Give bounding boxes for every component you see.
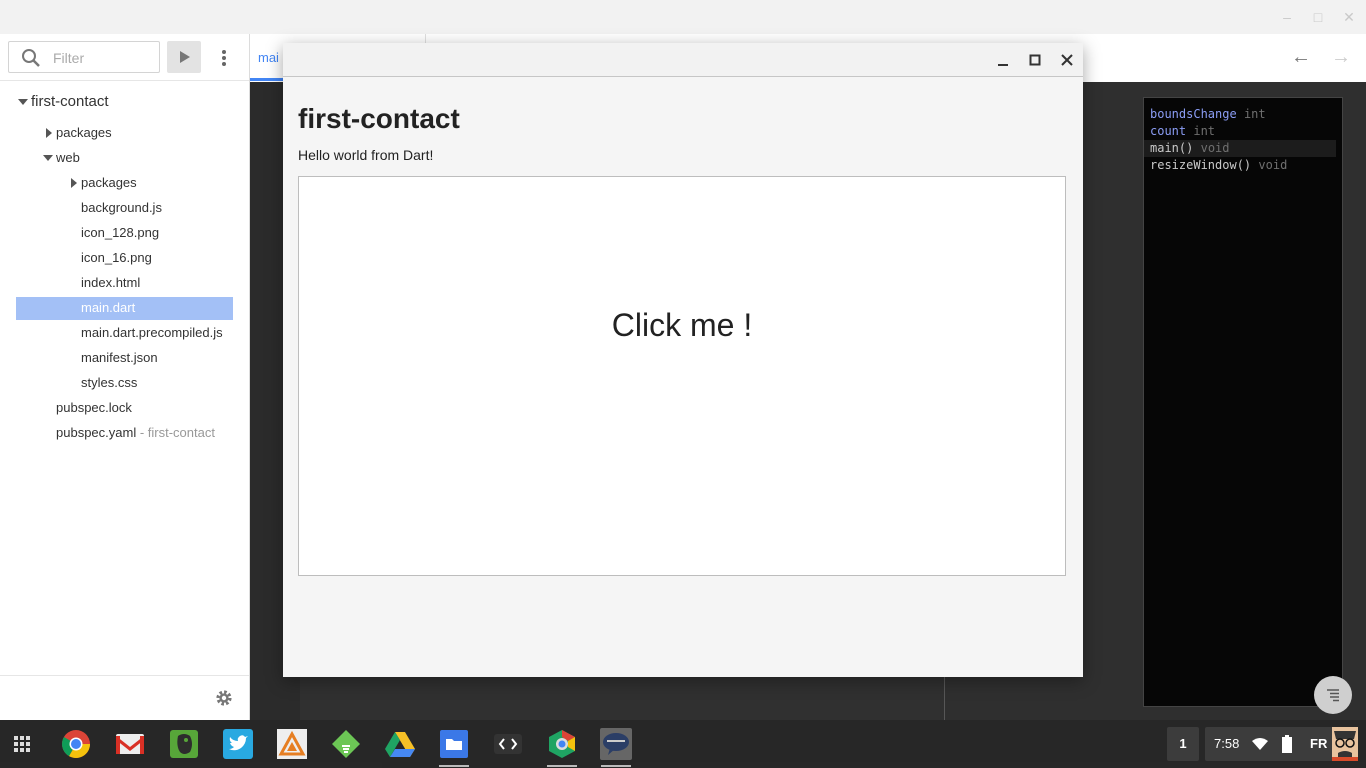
outline-item[interactable]: resizeWindow() void <box>1150 157 1287 174</box>
tree-item-label: web <box>56 150 80 165</box>
more-vert-icon <box>222 50 226 54</box>
chevron-right-icon[interactable] <box>46 128 52 138</box>
battery-icon <box>1282 735 1292 753</box>
divider <box>0 80 249 81</box>
outline-panel: boundsChange int count int main() void r… <box>1143 97 1343 707</box>
chrome-icon[interactable] <box>60 728 92 760</box>
tree-item-pubspec-yaml[interactable]: pubspec.yaml - first-contact <box>0 422 249 444</box>
tree-item-label: icon_128.png <box>81 225 160 240</box>
tree-item-hint: - first-contact <box>136 425 215 440</box>
outline-item-type: int <box>1193 124 1216 138</box>
outline-toggle-button[interactable] <box>1314 676 1352 714</box>
app-window-title-bar[interactable] <box>283 43 1083 77</box>
list-icon <box>1327 689 1339 702</box>
gmail-icon[interactable] <box>114 728 146 760</box>
tree-item-manifest[interactable]: manifest.json <box>0 347 249 369</box>
tree-item-label: main.dart <box>81 300 136 315</box>
launcher-icon[interactable] <box>6 728 38 760</box>
wifi-icon <box>1252 738 1268 750</box>
tree-item-web-packages[interactable]: packages <box>0 172 249 194</box>
caret-icon[interactable] <box>276 728 308 760</box>
spark-icon[interactable] <box>492 728 524 760</box>
tree-item-icon-16[interactable]: icon_16.png <box>0 247 249 269</box>
tree-item-label: icon_16.png <box>81 250 152 265</box>
clock: 7:58 <box>1214 736 1240 751</box>
tree-item-label: main.dart.precompiled.js <box>81 325 223 340</box>
play-icon <box>180 51 190 63</box>
tree-item-label: first-contact <box>31 93 109 110</box>
tree-item-label: pubspec.yaml <box>56 425 137 440</box>
chevron-right-icon[interactable] <box>71 178 77 188</box>
maximize-icon[interactable]: □ <box>1309 8 1327 26</box>
evernote-icon[interactable] <box>168 728 200 760</box>
tree-item-label: styles.css <box>81 375 138 390</box>
tree-item-index-html[interactable]: index.html <box>0 272 249 294</box>
outline-item-name: main() <box>1150 141 1194 155</box>
app-window: first-contact Hello world from Dart! Cli… <box>283 43 1083 677</box>
tree-item-main-dart[interactable]: main.dart <box>0 297 249 319</box>
status-tray[interactable]: 7:58 FR <box>1205 727 1358 761</box>
running-indicator <box>439 765 469 767</box>
chevron-down-icon[interactable] <box>18 99 28 105</box>
back-arrow-icon[interactable]: ← <box>1291 46 1311 69</box>
more-menu-button[interactable] <box>214 45 234 69</box>
forward-arrow-icon[interactable]: → <box>1331 46 1351 69</box>
tree-item-main-precompiled[interactable]: main.dart.precompiled.js <box>0 322 249 344</box>
tree-item-packages[interactable]: packages <box>0 122 249 144</box>
tree-item-label: pubspec.lock <box>56 400 132 415</box>
shelf: 1 7:58 FR <box>0 720 1366 768</box>
tree-item-styles[interactable]: styles.css <box>0 372 249 394</box>
input-language: FR <box>1310 736 1328 751</box>
search-icon <box>22 49 40 67</box>
filter-input[interactable]: Filter <box>8 41 160 73</box>
tree-item-first-contact[interactable]: first-contact <box>0 91 249 113</box>
hello-world-icon[interactable] <box>600 728 632 760</box>
files-icon[interactable] <box>438 728 470 760</box>
drive-icon[interactable] <box>384 728 416 760</box>
settings-button[interactable] <box>214 688 234 708</box>
running-indicator <box>601 765 631 767</box>
minimize-icon[interactable] <box>994 51 1012 69</box>
avatar <box>1332 727 1358 761</box>
run-button[interactable] <box>167 41 201 73</box>
close-icon[interactable]: ✕ <box>1340 8 1358 26</box>
outline-item-name: boundsChange <box>1150 107 1237 121</box>
maximize-icon[interactable] <box>1026 51 1044 69</box>
chrome-apps-icon[interactable] <box>546 728 578 760</box>
tree-item-label: packages <box>81 175 137 190</box>
tree-item-web[interactable]: web <box>0 147 249 169</box>
click-me-button[interactable]: Click me ! <box>298 176 1066 576</box>
chevron-down-icon[interactable] <box>43 155 53 161</box>
file-sidebar: Filter first-contact packages web packag… <box>0 34 250 720</box>
close-icon[interactable] <box>1058 51 1076 69</box>
tree-item-label: manifest.json <box>81 350 158 365</box>
outline-item[interactable]: main() void <box>1144 140 1336 157</box>
tree-item-label: packages <box>56 125 112 140</box>
tree-item-icon-128[interactable]: icon_128.png <box>0 222 249 244</box>
tree-item-background-js[interactable]: background.js <box>0 197 249 219</box>
outline-item-name: count <box>1150 124 1187 138</box>
outline-item[interactable]: count int <box>1150 123 1215 140</box>
twitter-icon[interactable] <box>222 728 254 760</box>
minimize-icon[interactable]: – <box>1278 8 1296 26</box>
feedly-icon[interactable] <box>330 728 362 760</box>
outline-item-type: void <box>1258 158 1288 172</box>
tree-item-label: background.js <box>81 200 162 215</box>
tree-item-pubspec-lock[interactable]: pubspec.lock <box>0 397 249 419</box>
page-subtitle: Hello world from Dart! <box>298 147 434 163</box>
outline-item[interactable]: boundsChange int <box>1150 106 1266 123</box>
page-title: first-contact <box>298 103 460 134</box>
tab-main-dart[interactable]: mai <box>258 50 279 65</box>
filter-placeholder: Filter <box>53 50 85 66</box>
gear-icon <box>216 690 232 706</box>
workspace-badge[interactable]: 1 <box>1167 727 1199 761</box>
outline-item-type: int <box>1243 107 1266 121</box>
click-me-label: Click me ! <box>611 307 753 343</box>
divider <box>0 675 249 676</box>
window-title-bar: – □ ✕ <box>0 0 1366 35</box>
outline-item-type: void <box>1200 141 1230 155</box>
running-indicator <box>547 765 577 767</box>
tree-item-label: index.html <box>81 275 141 290</box>
outline-item-name: resizeWindow() <box>1150 158 1252 172</box>
